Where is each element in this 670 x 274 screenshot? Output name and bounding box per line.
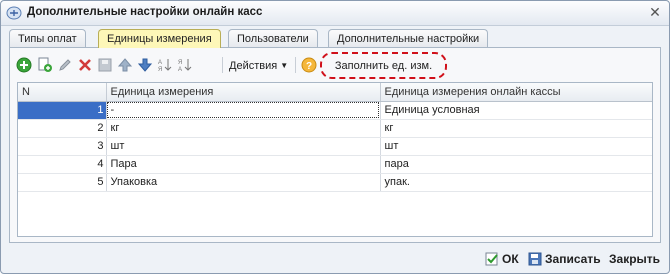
sort-asc-icon[interactable]: AЯ (156, 56, 174, 74)
svg-text:?: ? (306, 61, 312, 72)
units-table: N Единица измерения Единица измерения он… (17, 82, 653, 237)
svg-text:Я: Я (178, 60, 182, 66)
tab-additional-settings[interactable]: Дополнительные настройки (328, 29, 489, 47)
cell-online-unit[interactable]: шт (380, 137, 652, 156)
cell-n[interactable]: 1 (18, 101, 107, 120)
fill-units-button[interactable]: Заполнить ед. изм. (320, 52, 447, 79)
table-row[interactable]: 4 Пара пара (18, 155, 652, 174)
dialog-window: Дополнительные настройки онлайн касс ✕ Т… (0, 0, 670, 274)
cell-unit[interactable]: кг (106, 119, 381, 138)
table-row[interactable]: 2 кг кг (18, 119, 652, 138)
save-button[interactable]: Записать (528, 250, 601, 268)
actions-label: Действия (229, 60, 278, 72)
svg-text:A: A (158, 60, 162, 66)
arrow-down-icon[interactable] (136, 56, 154, 74)
svg-text:Я: Я (158, 67, 162, 73)
edit-icon[interactable] (56, 56, 74, 74)
cell-online-unit[interactable]: упак. (380, 173, 652, 192)
help-icon[interactable]: ? (300, 56, 318, 74)
app-icon (6, 6, 22, 20)
table-row[interactable]: 3 шт шт (18, 137, 652, 156)
caret-down-icon: ▼ (280, 61, 289, 70)
tab-units[interactable]: Единицы измерения (98, 29, 221, 48)
toolbar-separator (222, 57, 223, 73)
actions-menu-button[interactable]: Действия ▼ (229, 58, 288, 74)
tab-payment-types[interactable]: Типы оплат (9, 29, 86, 47)
save-label: Записать (545, 252, 601, 266)
column-header-n[interactable]: N (18, 83, 107, 102)
ok-button[interactable]: ОК (485, 250, 519, 268)
column-header-online-unit[interactable]: Единица измерения онлайн кассы (380, 83, 652, 102)
cell-n[interactable]: 2 (18, 119, 107, 138)
table-row[interactable]: 5 Упаковка упак. (18, 173, 652, 192)
svg-text:A: A (178, 67, 182, 73)
cell-n[interactable]: 4 (18, 155, 107, 174)
cell-unit[interactable]: Пара (106, 155, 381, 174)
tab-strip: Типы оплат Единицы измерения Пользовател… (9, 29, 661, 48)
tab-panel-units: AЯ ЯA Действия ▼ ? Заполнить ед. изм. N … (9, 47, 661, 243)
sort-desc-icon[interactable]: ЯA (176, 56, 194, 74)
add-icon[interactable] (15, 56, 33, 74)
window-title: Дополнительные настройки онлайн касс (27, 6, 263, 18)
title-bar[interactable]: Дополнительные настройки онлайн касс ✕ (1, 1, 669, 26)
close-window-icon[interactable]: ✕ (647, 4, 663, 20)
check-doc-icon (485, 252, 498, 266)
toolbar: AЯ ЯA Действия ▼ ? Заполнить ед. изм. (10, 52, 660, 79)
save-icon[interactable] (96, 56, 114, 74)
dialog-footer: ОК Записать Закрыть (1, 246, 669, 272)
ok-label: ОК (502, 252, 519, 266)
tab-users[interactable]: Пользователи (228, 29, 318, 47)
cell-online-unit[interactable]: Единица условная (380, 101, 652, 120)
cell-n[interactable]: 5 (18, 173, 107, 192)
arrow-up-icon[interactable] (116, 56, 134, 74)
cell-unit[interactable]: шт (106, 137, 381, 156)
cell-online-unit[interactable]: кг (380, 119, 652, 138)
copy-icon[interactable] (36, 56, 54, 74)
close-button[interactable]: Закрыть (609, 250, 660, 268)
cell-online-unit[interactable]: пара (380, 155, 652, 174)
table-row[interactable]: 1 - Единица условная (18, 101, 652, 120)
delete-icon[interactable] (76, 56, 94, 74)
column-header-unit[interactable]: Единица измерения (106, 83, 381, 102)
cell-unit[interactable]: Упаковка (106, 173, 381, 192)
close-label: Закрыть (609, 252, 661, 266)
fill-units-label: Заполнить ед. изм. (334, 59, 433, 72)
table-header-row: N Единица измерения Единица измерения он… (18, 83, 652, 102)
floppy-icon (528, 252, 542, 266)
toolbar-separator (295, 57, 296, 73)
cell-n[interactable]: 3 (18, 137, 107, 156)
cell-unit[interactable]: - (106, 101, 381, 120)
